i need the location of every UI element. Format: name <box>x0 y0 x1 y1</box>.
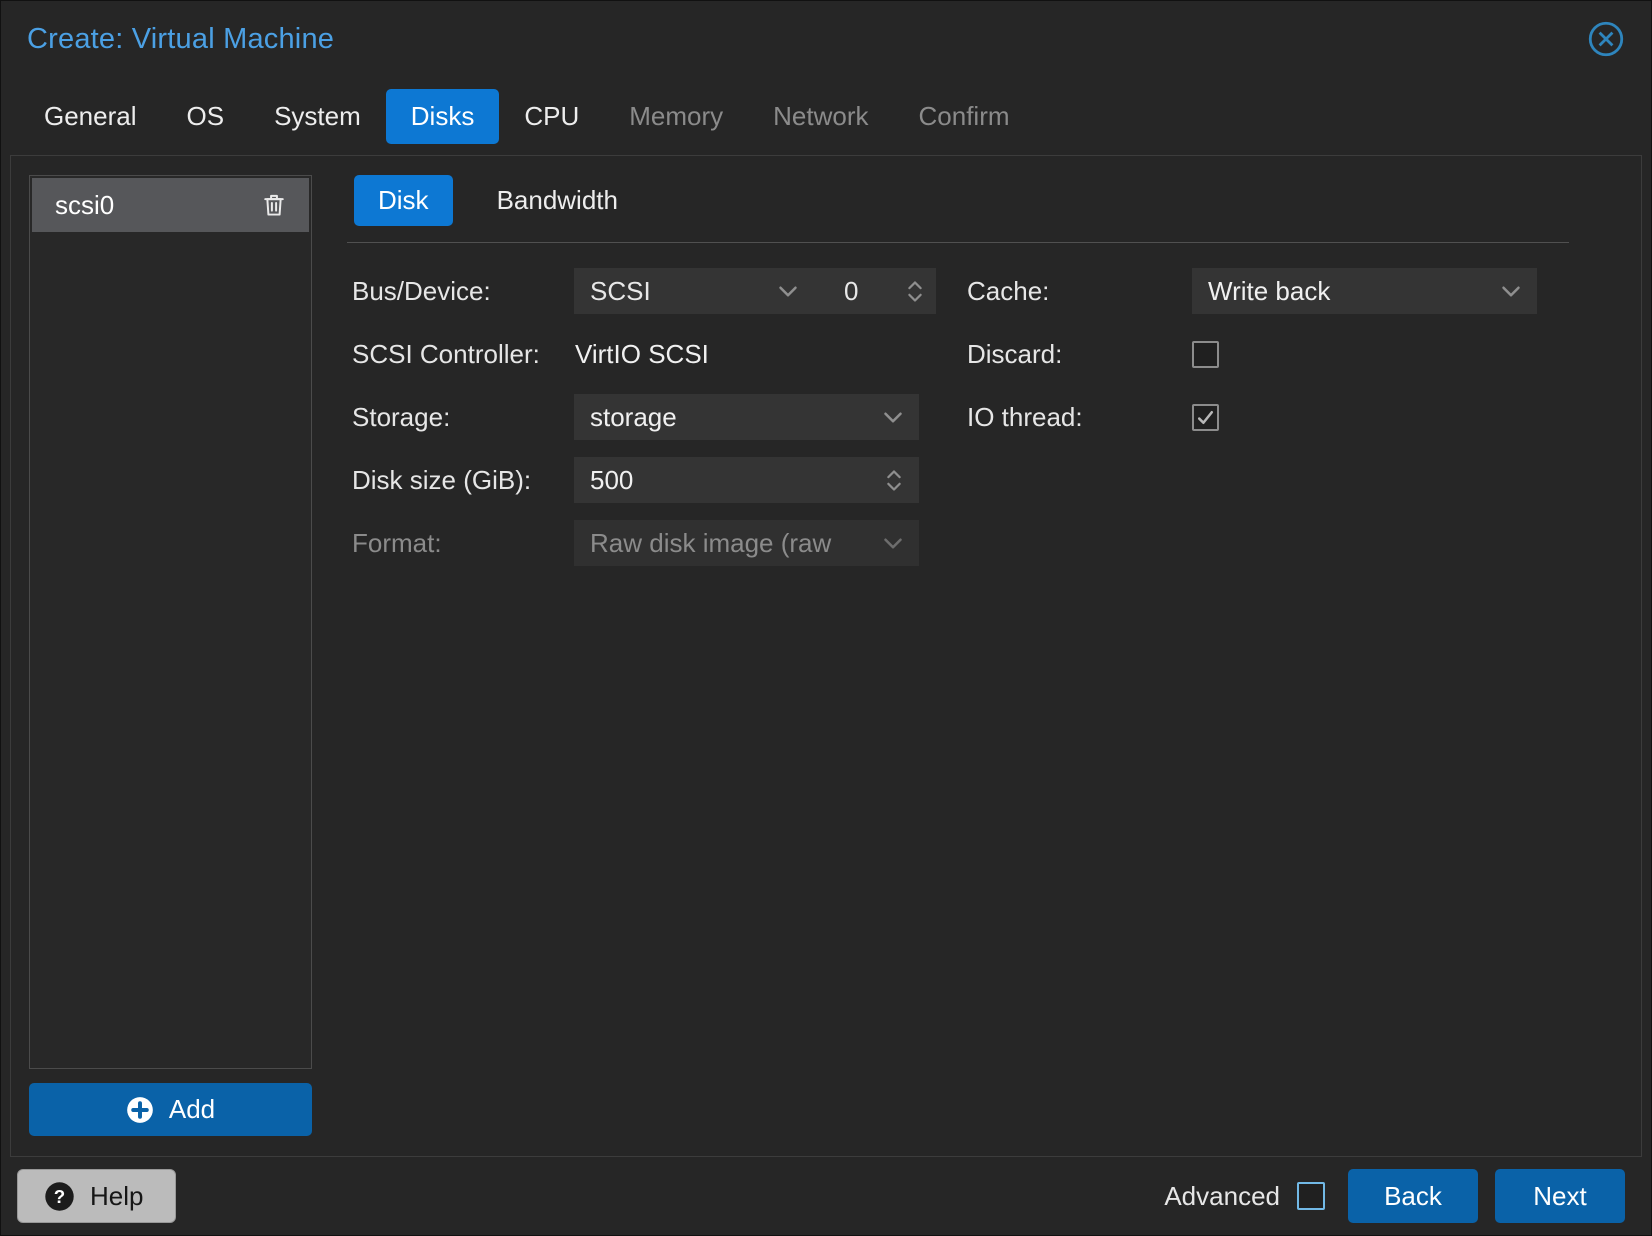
storage-select[interactable]: storage <box>574 394 919 440</box>
tab-disks[interactable]: Disks <box>386 89 500 144</box>
help-label: Help <box>90 1181 143 1212</box>
dialog-title: Create: Virtual Machine <box>27 23 334 56</box>
back-label: Back <box>1384 1181 1442 1212</box>
spinner-arrows-icon[interactable] <box>906 278 924 305</box>
io-thread-row: IO thread: <box>962 394 1569 440</box>
help-icon: ? <box>44 1181 75 1212</box>
advanced-label: Advanced <box>1164 1181 1280 1212</box>
chevron-down-icon <box>883 537 903 550</box>
storage-row: Storage: storage <box>347 394 962 440</box>
storage-value: storage <box>590 402 677 433</box>
form-column-right: Cache: Write back Discard: IO <box>962 268 1569 583</box>
add-disk-label: Add <box>169 1094 215 1125</box>
bus-type-value: SCSI <box>590 276 651 307</box>
disk-size-input[interactable]: 500 <box>574 457 919 503</box>
storage-label: Storage: <box>347 402 574 433</box>
disk-subtabs: Disk Bandwidth <box>347 175 1569 226</box>
format-select-disabled: Raw disk image (raw <box>574 520 919 566</box>
advanced-checkbox[interactable] <box>1297 1182 1325 1210</box>
tab-network: Network <box>748 89 893 144</box>
format-value: Raw disk image (raw <box>590 528 831 559</box>
titlebar: Create: Virtual Machine <box>1 1 1651 77</box>
cache-row: Cache: Write back <box>962 268 1569 314</box>
chevron-down-icon <box>883 411 903 424</box>
remove-disk-button[interactable] <box>259 190 289 220</box>
disk-form: Bus/Device: SCSI 0 <box>347 268 1569 583</box>
dialog-body: scsi0 <box>10 155 1642 1157</box>
form-column-left: Bus/Device: SCSI 0 <box>347 268 962 583</box>
discard-row: Discard: <box>962 331 1569 377</box>
help-button[interactable]: ? Help <box>17 1169 176 1223</box>
subtab-disk[interactable]: Disk <box>354 175 453 226</box>
scsi-controller-value: VirtIO SCSI <box>574 339 709 370</box>
close-icon <box>1585 18 1627 60</box>
bus-device-row: Bus/Device: SCSI 0 <box>347 268 962 314</box>
device-column: scsi0 <box>29 175 312 1136</box>
disk-size-row: Disk size (GiB): 500 <box>347 457 962 503</box>
next-label: Next <box>1533 1181 1586 1212</box>
format-label: Format: <box>347 528 574 559</box>
cache-value: Write back <box>1208 276 1330 307</box>
next-button[interactable]: Next <box>1495 1169 1625 1223</box>
subtab-bandwidth[interactable]: Bandwidth <box>497 185 618 216</box>
io-thread-label: IO thread: <box>962 402 1192 433</box>
dialog-footer: ? Help Advanced Back Next <box>1 1157 1651 1235</box>
bus-type-select[interactable]: SCSI <box>574 268 808 314</box>
io-thread-checkbox[interactable] <box>1192 404 1219 431</box>
trash-icon <box>260 191 288 219</box>
disk-size-value: 500 <box>590 465 633 496</box>
chevron-down-icon <box>1501 285 1521 298</box>
svg-text:?: ? <box>54 1185 65 1206</box>
scsi-controller-label: SCSI Controller: <box>347 339 574 370</box>
discard-label: Discard: <box>962 339 1192 370</box>
bus-device-control: SCSI 0 <box>574 268 936 314</box>
device-number-input[interactable]: 0 <box>808 268 936 314</box>
disk-panel: Disk Bandwidth Bus/Device: SCSI <box>347 175 1569 1136</box>
close-button[interactable] <box>1585 18 1627 60</box>
device-number-value: 0 <box>844 276 858 307</box>
disk-size-label: Disk size (GiB): <box>347 465 574 496</box>
wizard-tabs: General OS System Disks CPU Memory Netwo… <box>1 77 1651 155</box>
spinner-arrows-icon[interactable] <box>885 467 903 494</box>
tab-confirm: Confirm <box>894 89 1035 144</box>
format-row: Format: Raw disk image (raw <box>347 520 962 566</box>
plus-circle-icon <box>126 1096 154 1124</box>
tab-cpu[interactable]: CPU <box>499 89 604 144</box>
back-button[interactable]: Back <box>1348 1169 1478 1223</box>
add-disk-button[interactable]: Add <box>29 1083 312 1136</box>
create-vm-dialog: Create: Virtual Machine General OS Syste… <box>0 0 1652 1236</box>
checkmark-icon <box>1195 407 1216 428</box>
cache-label: Cache: <box>962 276 1192 307</box>
chevron-down-icon <box>778 285 798 298</box>
bus-device-label: Bus/Device: <box>347 276 574 307</box>
tab-system[interactable]: System <box>249 89 386 144</box>
scsi-controller-row: SCSI Controller: VirtIO SCSI <box>347 331 962 377</box>
device-item-scsi0[interactable]: scsi0 <box>32 178 309 232</box>
device-list: scsi0 <box>29 175 312 1069</box>
subtab-divider <box>347 242 1569 243</box>
cache-select[interactable]: Write back <box>1192 268 1537 314</box>
tab-os[interactable]: OS <box>162 89 250 144</box>
discard-checkbox[interactable] <box>1192 341 1219 368</box>
device-item-label: scsi0 <box>55 190 114 221</box>
tab-general[interactable]: General <box>19 89 162 144</box>
tab-memory: Memory <box>604 89 748 144</box>
footer-actions: Advanced Back Next <box>1164 1169 1625 1223</box>
